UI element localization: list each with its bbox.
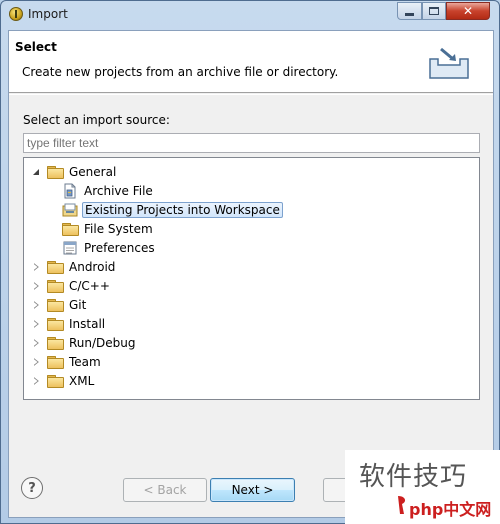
dialog-client-area: Select Create new projects from an archi… (8, 30, 494, 518)
tree-node-label: Run/Debug (69, 336, 136, 350)
tree-node-team[interactable]: Team (32, 353, 103, 371)
folder-icon (47, 356, 64, 369)
tree-item-label: File System (84, 222, 153, 236)
archive-file-icon (64, 183, 76, 199)
folder-icon (47, 299, 64, 312)
wizard-banner: Select Create new projects from an archi… (9, 31, 493, 93)
import-dialog: Import ✕ Select Create new projects from… (0, 0, 500, 524)
tree-node-general[interactable]: General (32, 163, 118, 181)
expand-arrow-icon[interactable] (32, 338, 42, 348)
preferences-icon (63, 241, 77, 255)
tree-node-git[interactable]: Git (32, 296, 88, 314)
expand-arrow-icon[interactable] (32, 319, 42, 329)
folder-icon (62, 223, 79, 236)
next-button[interactable]: Next > (210, 478, 295, 502)
folder-icon (47, 166, 64, 179)
tree-node-label: Android (69, 260, 116, 274)
tree-node-install[interactable]: Install (32, 315, 107, 333)
import-wizard-icon (429, 47, 469, 79)
folder-icon (47, 337, 64, 350)
existing-projects-icon (62, 203, 78, 217)
collapse-arrow-icon[interactable] (32, 167, 42, 177)
import-source-tree[interactable]: General Archive File Existing Projects i… (23, 157, 480, 400)
tree-node-xml[interactable]: XML (32, 372, 96, 390)
tree-item-preferences[interactable]: Preferences (62, 239, 157, 257)
wizard-page-title: Select (15, 40, 57, 54)
php-logo-icon (398, 496, 406, 514)
tree-item-existing-projects[interactable]: Existing Projects into Workspace (62, 201, 283, 219)
back-button[interactable]: < Back (123, 478, 207, 502)
eclipse-app-icon (9, 7, 23, 21)
tree-item-file-system[interactable]: File System (62, 220, 155, 238)
tree-item-label: Archive File (84, 184, 153, 198)
folder-icon (47, 261, 64, 274)
minimize-icon (405, 12, 414, 16)
tree-node-android[interactable]: Android (32, 258, 117, 276)
close-icon: ✕ (462, 4, 474, 18)
close-button[interactable]: ✕ (446, 2, 490, 20)
expand-arrow-icon[interactable] (32, 281, 42, 291)
tree-node-run-debug[interactable]: Run/Debug (32, 334, 138, 352)
help-button[interactable]: ? (21, 477, 43, 499)
minimize-button[interactable] (397, 2, 422, 20)
tree-node-label: XML (69, 374, 95, 388)
tree-node-label: C/C++ (69, 279, 110, 293)
folder-icon (47, 280, 64, 293)
expand-arrow-icon[interactable] (32, 262, 42, 272)
tree-item-archive-file[interactable]: Archive File (62, 182, 155, 200)
watermark-logo: php中文网 (409, 500, 492, 519)
expand-arrow-icon[interactable] (32, 376, 42, 386)
filter-input[interactable] (23, 133, 480, 153)
window-title: Import (28, 7, 68, 21)
expand-arrow-icon[interactable] (32, 357, 42, 367)
tree-node-label: Git (69, 298, 87, 312)
tree-node-cpp[interactable]: C/C++ (32, 277, 112, 295)
maximize-button[interactable] (422, 2, 446, 20)
expand-arrow-icon[interactable] (32, 300, 42, 310)
tree-item-label: Existing Projects into Workspace (82, 202, 283, 218)
watermark: 软件技巧 php中文网 (345, 450, 500, 524)
folder-icon (47, 375, 64, 388)
maximize-icon (429, 7, 439, 15)
wizard-page-description: Create new projects from an archive file… (22, 65, 339, 79)
tree-node-label: Team (69, 355, 101, 369)
tree-node-label: General (69, 165, 117, 179)
import-source-label: Select an import source: (23, 113, 170, 127)
title-bar[interactable]: Import ✕ (1, 1, 499, 29)
banner-separator (9, 94, 493, 95)
tree-node-label: Install (69, 317, 106, 331)
folder-icon (47, 318, 64, 331)
tree-item-label: Preferences (84, 241, 155, 255)
watermark-text: 软件技巧 (359, 462, 468, 492)
